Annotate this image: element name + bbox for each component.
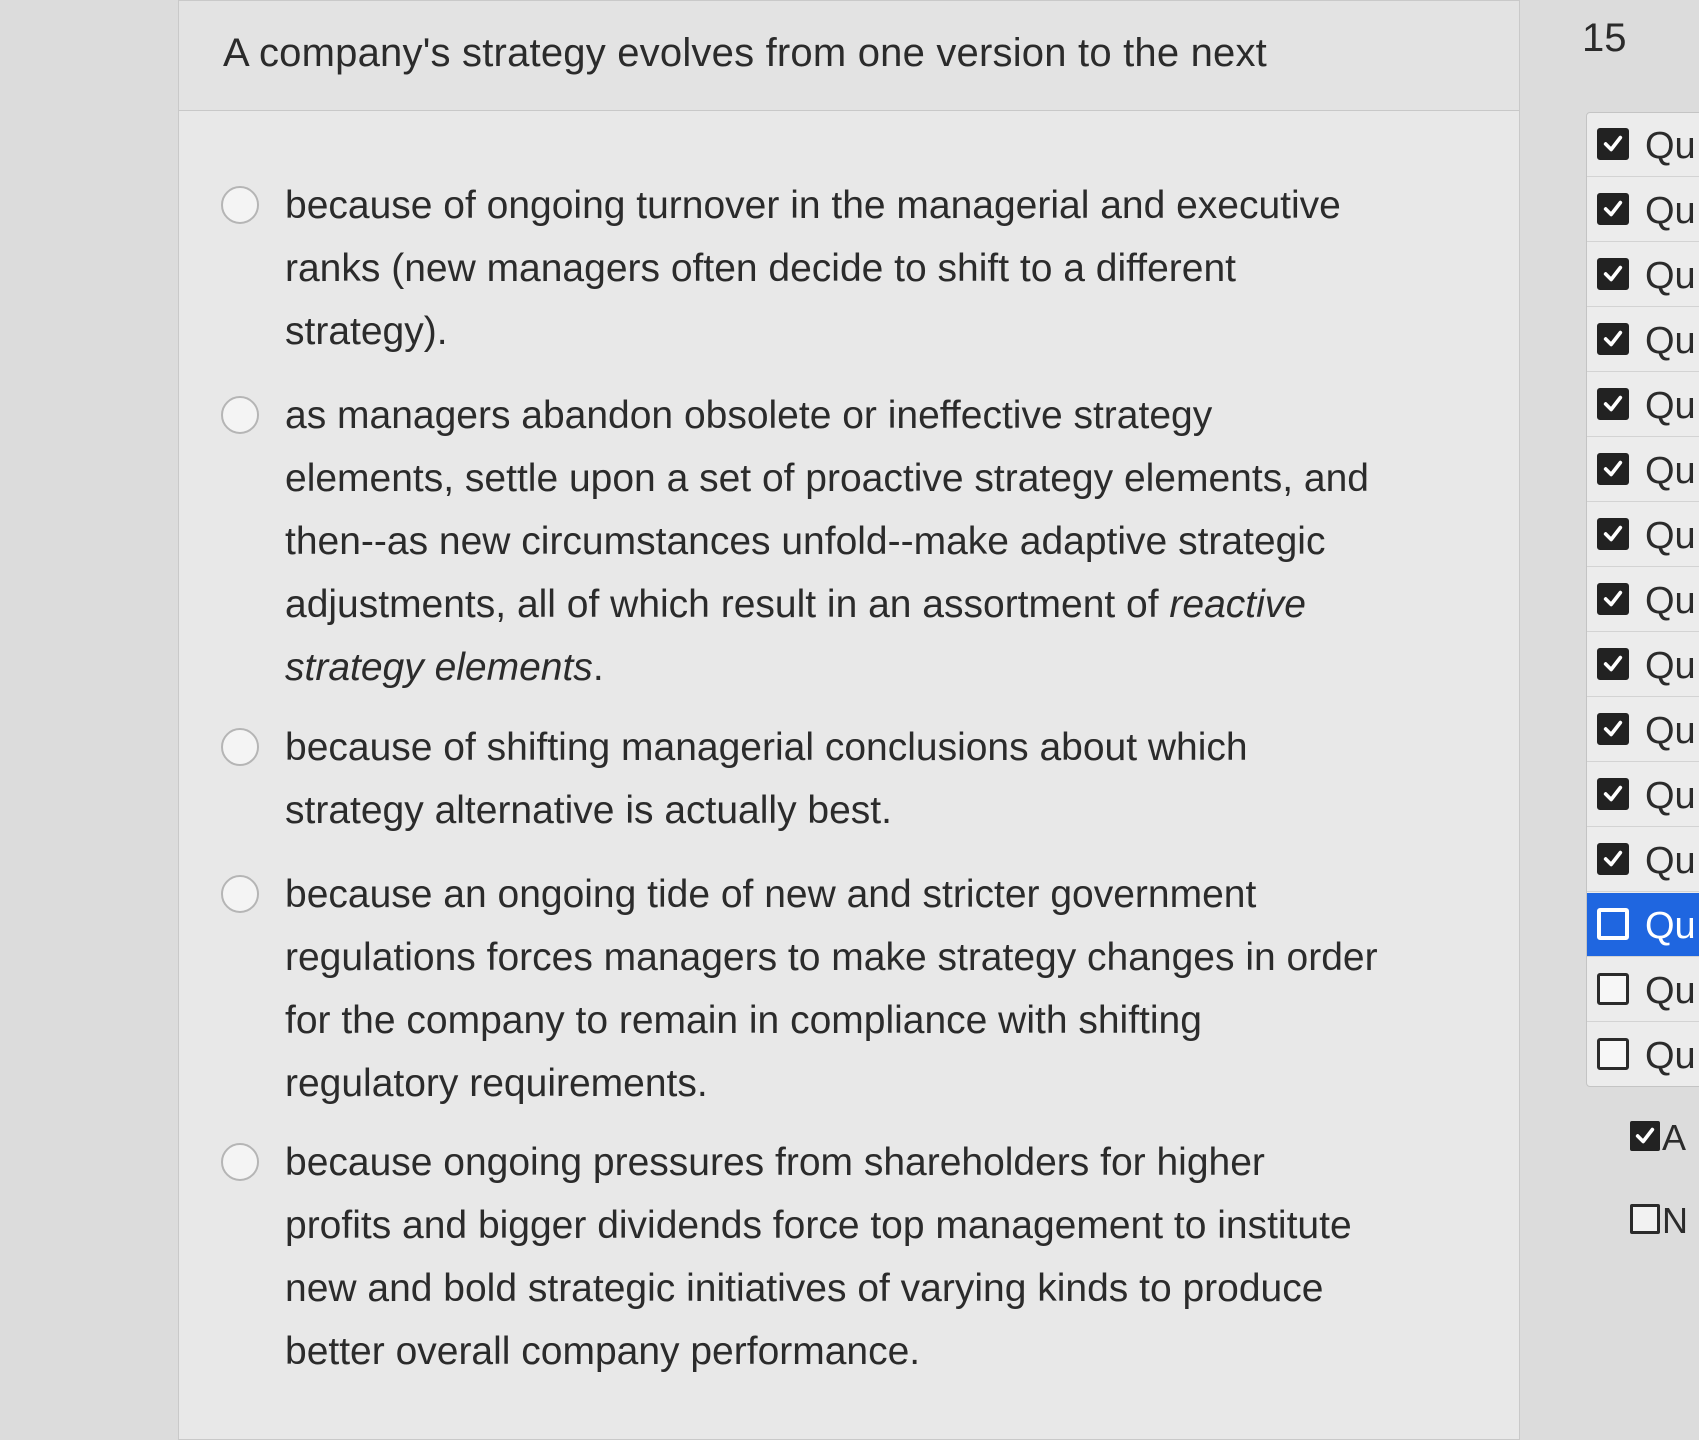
checkbox-checked-icon xyxy=(1597,583,1629,615)
checkbox-checked-icon xyxy=(1597,128,1629,160)
question-header: A company's strategy evolves from one ve… xyxy=(179,1,1519,111)
option-text: as managers abandon obsolete or ineffect… xyxy=(285,394,1369,689)
radio-button[interactable] xyxy=(221,186,259,224)
checkbox-checked-icon xyxy=(1597,778,1629,810)
question-nav-item-15[interactable]: Qu xyxy=(1587,1023,1699,1086)
question-nav-label: Qu xyxy=(1645,190,1696,232)
radio-button[interactable] xyxy=(221,1143,259,1181)
checkbox-empty-icon xyxy=(1630,1204,1660,1234)
checkbox-checked-icon xyxy=(1597,388,1629,420)
question-nav-item-6[interactable]: Qu xyxy=(1587,438,1699,502)
option-text: because of ongoing turnover in the manag… xyxy=(285,184,1341,353)
legend-not-answered-label: N xyxy=(1662,1200,1688,1241)
option-text: because an ongoing tide of new and stric… xyxy=(285,873,1378,1105)
question-nav-item-1[interactable]: Qu xyxy=(1587,113,1699,177)
question-number: 15 xyxy=(1582,16,1627,60)
checkbox-checked-icon xyxy=(1597,258,1629,290)
radio-button[interactable] xyxy=(221,875,259,913)
question-nav-label: Qu xyxy=(1645,320,1696,362)
legend-answered: A xyxy=(1630,1117,1699,1158)
checkbox-checked-icon xyxy=(1630,1121,1660,1151)
question-nav-item-9[interactable]: Qu xyxy=(1587,633,1699,697)
question-nav-label: Qu xyxy=(1645,1035,1696,1077)
question-nav-list: Qu Qu Qu Qu Qu Qu Qu Qu Qu Qu Qu Qu Qu Qu Qu xyxy=(1586,112,1699,1087)
checkbox-empty-icon xyxy=(1597,908,1629,940)
radio-button[interactable] xyxy=(221,396,259,434)
question-nav-item-14[interactable]: Qu xyxy=(1587,958,1699,1022)
question-nav-label: Qu xyxy=(1645,450,1696,492)
question-nav-label: Qu xyxy=(1645,970,1696,1012)
checkbox-checked-icon xyxy=(1597,648,1629,680)
checkbox-checked-icon xyxy=(1597,518,1629,550)
question-nav-item-12[interactable]: Qu xyxy=(1587,828,1699,892)
checkbox-checked-icon xyxy=(1597,453,1629,485)
radio-button[interactable] xyxy=(221,728,259,766)
checkbox-empty-icon xyxy=(1597,1038,1629,1070)
legend-answered-label: A xyxy=(1662,1117,1687,1158)
question-nav-label: Qu xyxy=(1645,385,1696,427)
question-nav-label: Qu xyxy=(1645,125,1696,167)
checkbox-checked-icon xyxy=(1597,713,1629,745)
question-nav-label: Qu xyxy=(1645,255,1696,297)
question-nav-item-10[interactable]: Qu xyxy=(1587,698,1699,762)
checkbox-empty-icon xyxy=(1597,973,1629,1005)
question-text: A company's strategy evolves from one ve… xyxy=(223,31,1267,75)
question-nav-item-7[interactable]: Qu xyxy=(1587,503,1699,567)
question-nav-label: Qu xyxy=(1645,580,1696,622)
question-nav-item-8[interactable]: Qu xyxy=(1587,568,1699,632)
question-nav-label: Qu xyxy=(1645,645,1696,687)
legend-not-answered: N xyxy=(1630,1200,1699,1241)
question-nav-item-11[interactable]: Qu xyxy=(1587,763,1699,827)
question-card: A company's strategy evolves from one ve… xyxy=(178,0,1520,1440)
question-nav-item-5[interactable]: Qu xyxy=(1587,373,1699,437)
question-navigator-panel: 15 Qu Qu Qu Qu Qu Qu Qu Qu Qu Qu Qu Qu Qu Qu Qu A N xyxy=(1520,0,1699,1421)
option-text: because of shifting managerial conclusio… xyxy=(285,726,1248,832)
question-nav-label: Qu xyxy=(1645,710,1696,752)
checkbox-checked-icon xyxy=(1597,193,1629,225)
question-nav-label: Qu xyxy=(1645,905,1696,947)
question-nav-label: Qu xyxy=(1645,775,1696,817)
option-text: because ongoing pressures from sharehold… xyxy=(285,1141,1352,1373)
question-nav-item-13[interactable]: Qu xyxy=(1587,893,1699,957)
checkbox-checked-icon xyxy=(1597,843,1629,875)
question-nav-item-2[interactable]: Qu xyxy=(1587,178,1699,242)
question-nav-item-4[interactable]: Qu xyxy=(1587,308,1699,372)
question-nav-item-3[interactable]: Qu xyxy=(1587,243,1699,307)
checkbox-checked-icon xyxy=(1597,323,1629,355)
question-nav-label: Qu xyxy=(1645,840,1696,882)
question-nav-label: Qu xyxy=(1645,515,1696,557)
